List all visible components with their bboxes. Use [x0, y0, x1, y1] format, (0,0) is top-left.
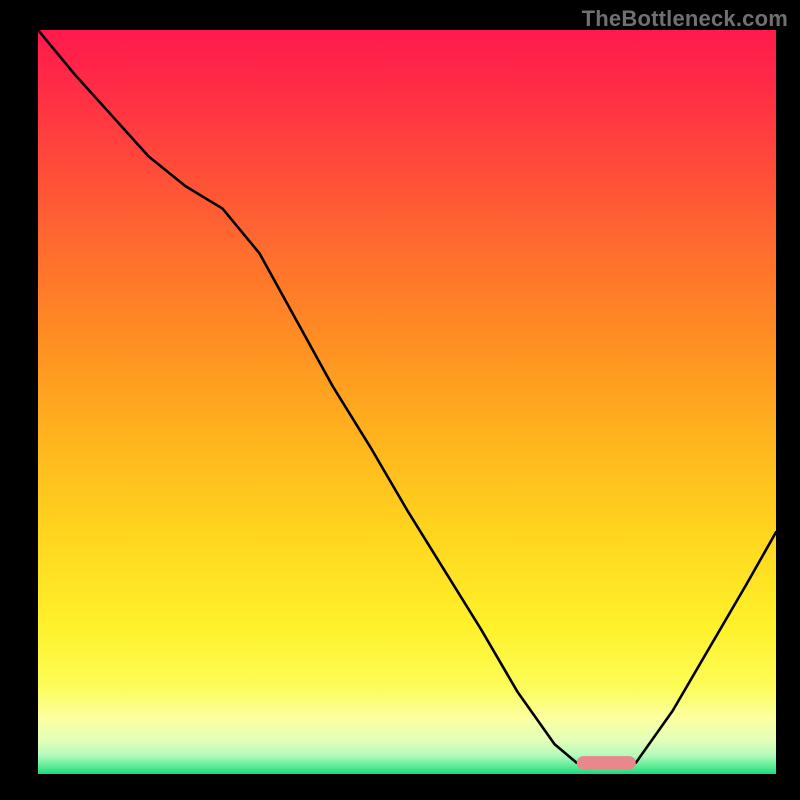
gradient-background	[38, 30, 776, 774]
optimal-marker	[577, 756, 636, 769]
watermark-text: TheBottleneck.com	[582, 6, 788, 32]
chart-frame: TheBottleneck.com	[0, 0, 800, 800]
bottleneck-chart	[38, 30, 776, 774]
